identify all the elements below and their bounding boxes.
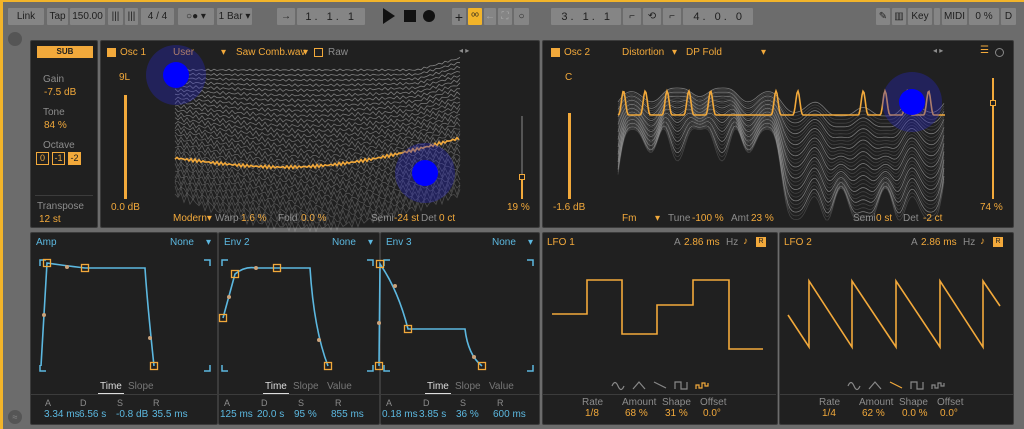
envelope-slope-handle[interactable]	[317, 338, 321, 342]
envelope-slope-handle[interactable]	[254, 266, 258, 270]
envelope-slope-handle[interactable]	[393, 284, 397, 288]
lfo-shape-sine-icon[interactable]	[611, 381, 625, 391]
envelope-slope-handle[interactable]	[472, 355, 476, 359]
envelope-corner-bracket	[221, 259, 228, 266]
lfo-shape-triangle-icon[interactable]	[632, 381, 646, 390]
click-marker	[899, 89, 925, 115]
envelope-corner-bracket	[204, 365, 211, 372]
envelope-curve[interactable]	[378, 261, 483, 367]
envelope-corner-bracket	[383, 259, 390, 266]
envelope-slope-handle[interactable]	[148, 336, 152, 340]
lfo-shape-saw-icon[interactable]	[889, 381, 903, 389]
envelope-corner-bracket	[527, 365, 534, 372]
envelope-corner-bracket	[527, 259, 534, 266]
lfo-shape-square-icon[interactable]	[910, 381, 924, 390]
envelope-slope-handle[interactable]	[227, 295, 231, 299]
lfo-shape-triangle-icon[interactable]	[868, 381, 882, 390]
envelope-corner-bracket	[367, 365, 374, 372]
envelope-curve[interactable]	[40, 262, 155, 367]
envelope-slope-handle[interactable]	[42, 313, 46, 317]
envelope-corner-bracket	[221, 365, 228, 372]
lfo-shape-random-icon[interactable]	[931, 382, 945, 389]
lfo-shape-square-icon[interactable]	[674, 381, 688, 390]
click-marker	[412, 160, 438, 186]
lfo-shape-saw-icon[interactable]	[653, 381, 667, 389]
click-marker	[163, 62, 189, 88]
lfo-shape-random-icon[interactable]	[695, 382, 709, 389]
envelope-corner-bracket	[367, 259, 374, 266]
envelope-curve[interactable]	[222, 266, 329, 367]
lfo2-waveform	[787, 278, 1001, 350]
envelope-slope-handle[interactable]	[377, 321, 381, 325]
envelope-slope-handle[interactable]	[65, 265, 69, 269]
lfo-shape-sine-icon[interactable]	[847, 381, 861, 391]
envelope-corner-bracket	[383, 365, 390, 372]
envelope-corner-bracket	[204, 259, 211, 266]
lfo1-waveform	[552, 279, 763, 350]
